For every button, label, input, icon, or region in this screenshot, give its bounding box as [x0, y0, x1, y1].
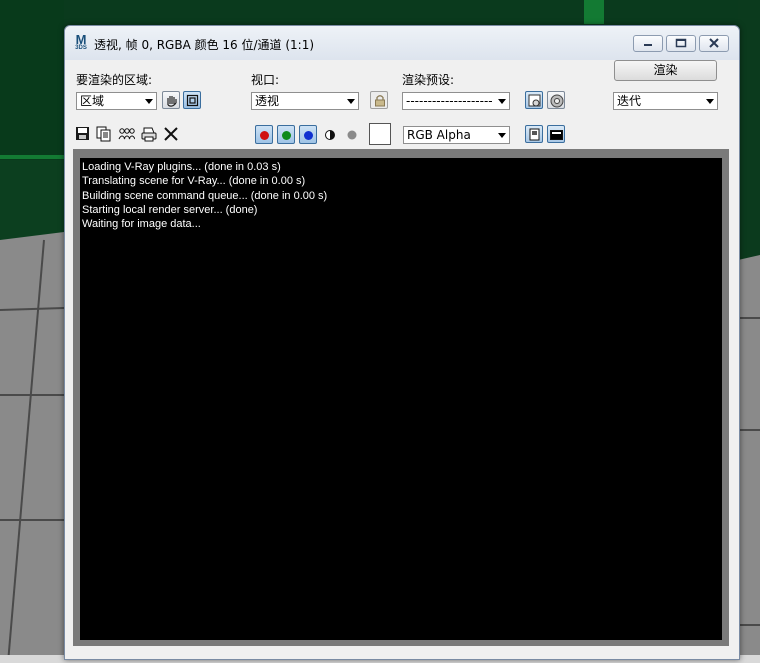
- chevron-down-icon: [145, 99, 153, 104]
- red-channel-toggle[interactable]: [255, 125, 273, 144]
- maximize-button[interactable]: [666, 35, 696, 52]
- red-dot-icon: [260, 131, 269, 140]
- render-log: Loading V-Ray plugins... (done in 0.03 s…: [82, 160, 327, 231]
- auto-region-button[interactable]: [183, 91, 201, 109]
- display-channel-value: RGB Alpha: [407, 128, 471, 142]
- overlay-icon: [529, 128, 540, 141]
- area-value: 区域: [80, 94, 105, 108]
- display-icon: [550, 130, 563, 140]
- app-logo-icon: M 3DS: [75, 32, 87, 51]
- chevron-down-icon: [498, 133, 506, 138]
- preset-value: --------------------: [406, 94, 493, 108]
- clone-frame-icon[interactable]: [117, 125, 135, 143]
- print-image-icon[interactable]: [140, 125, 158, 143]
- lock-viewport-button[interactable]: [370, 91, 388, 109]
- render-mode-value: 迭代: [617, 94, 642, 108]
- viewport-label: 视口:: [251, 73, 280, 87]
- toggle-ui-overlay-button[interactable]: [525, 125, 543, 143]
- render-canvas[interactable]: Loading V-Ray plugins... (done in 0.03 s…: [80, 158, 722, 640]
- chevron-down-icon: [347, 99, 355, 104]
- title-bar[interactable]: M 3DS 透视, 帧 0, RGBA 颜色 16 位/通道 (1:1): [65, 26, 739, 60]
- log-line: Loading V-Ray plugins... (done in 0.03 s…: [82, 161, 281, 173]
- hand-icon: [167, 96, 177, 107]
- log-line: Waiting for image data...: [82, 218, 201, 231]
- teapot-icon: [550, 94, 564, 108]
- viewport-value: 透视: [255, 94, 280, 108]
- render-frame-area: Loading V-Ray plugins... (done in 0.03 s…: [73, 149, 729, 646]
- render-frame-window: M 3DS 透视, 帧 0, RGBA 颜色 16 位/通道 (1:1) 要渲染的…: [64, 25, 740, 660]
- display-channel-select[interactable]: RGB Alpha: [403, 126, 510, 144]
- maximize-icon: [675, 38, 687, 48]
- close-icon: [709, 38, 719, 48]
- log-line: Building scene command queue... (done in…: [82, 189, 328, 202]
- blue-dot-icon: [304, 131, 313, 140]
- color-swatch[interactable]: [369, 123, 391, 145]
- toggle-ui-button[interactable]: [547, 125, 565, 143]
- window-title: 透视, 帧 0, RGBA 颜色 16 位/通道 (1:1): [94, 38, 315, 52]
- close-button[interactable]: [699, 35, 729, 52]
- render-mode-select[interactable]: 迭代: [613, 92, 718, 110]
- green-channel-toggle[interactable]: [277, 125, 295, 144]
- log-line: Translating scene for V-Ray... (done in …: [82, 175, 306, 188]
- chevron-down-icon: [706, 99, 714, 104]
- region-icon: [186, 94, 199, 107]
- render-setup-icon: [528, 94, 541, 107]
- monochrome-icon[interactable]: [343, 126, 361, 144]
- preset-select[interactable]: --------------------: [402, 92, 510, 110]
- viewport-select[interactable]: 透视: [251, 92, 359, 110]
- log-line: Starting local render server... (done): [82, 203, 258, 216]
- minimize-button[interactable]: [633, 35, 663, 52]
- render-setup-button[interactable]: [525, 91, 543, 109]
- preset-label: 渲染预设:: [402, 73, 455, 87]
- area-label: 要渲染的区域:: [76, 73, 153, 87]
- chevron-down-icon: [498, 99, 506, 104]
- area-select[interactable]: 区域: [76, 92, 157, 110]
- copy-image-icon[interactable]: [95, 125, 113, 143]
- blue-channel-toggle[interactable]: [299, 125, 317, 144]
- alpha-channel-icon[interactable]: [321, 126, 339, 144]
- minimize-icon: [644, 44, 652, 46]
- save-image-icon[interactable]: [74, 125, 92, 143]
- environment-button[interactable]: [547, 91, 565, 109]
- green-dot-icon: [282, 131, 291, 140]
- edit-region-button[interactable]: [162, 91, 180, 109]
- clear-icon[interactable]: [162, 125, 180, 143]
- render-button[interactable]: 渲染: [614, 60, 717, 81]
- lock-icon: [375, 95, 385, 107]
